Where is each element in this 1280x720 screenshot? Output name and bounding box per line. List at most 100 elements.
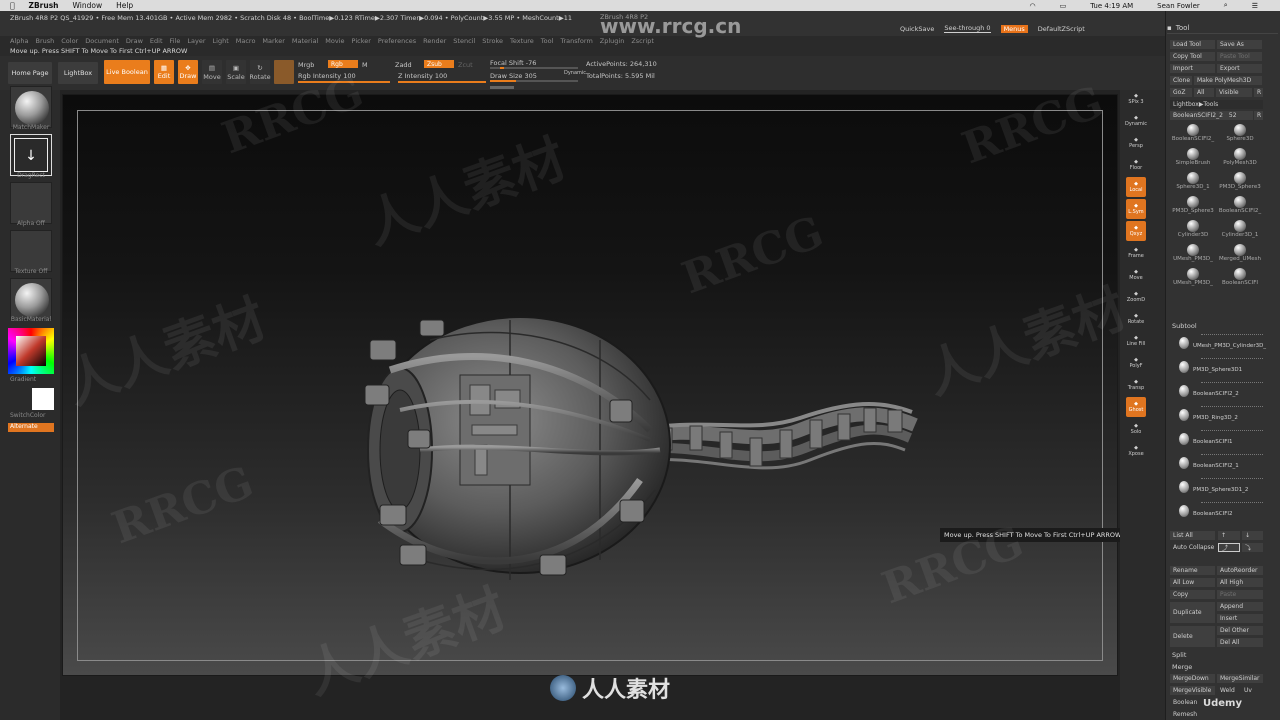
eye-icon[interactable] — [1201, 502, 1263, 506]
merge-section[interactable]: Merge — [1172, 663, 1192, 671]
tool-tile[interactable]: Cylinder3D — [1170, 220, 1216, 242]
paste-tool-button[interactable]: Paste Tool — [1217, 52, 1262, 61]
subtool-item[interactable]: BooleanSCIFI2_2 — [1171, 380, 1265, 402]
color-picker[interactable] — [8, 328, 54, 374]
menu-preferences[interactable]: Preferences — [378, 37, 416, 45]
palette-collapse-icon[interactable]: ▪ — [1167, 24, 1172, 32]
tool-tile[interactable]: PM3D_Sphere3 — [1217, 172, 1263, 194]
mergesimilar-button[interactable]: MergeSimilar — [1217, 674, 1263, 683]
tool-tile[interactable]: Sphere3D — [1217, 124, 1263, 146]
mac-time[interactable]: Tue 4:19 AM — [1090, 2, 1133, 10]
tool-palette-header[interactable]: ▪ Tool — [1167, 22, 1278, 34]
switchcolor-label[interactable]: SwitchColor — [10, 412, 46, 419]
search-icon[interactable]: ⌕ — [1224, 1, 1228, 10]
material-thumb[interactable] — [10, 278, 52, 320]
tool-tile[interactable]: Merged_UMesh — [1217, 244, 1263, 266]
shelf-qxyz[interactable]: ◆ Qxyz — [1126, 221, 1146, 241]
subtool-item[interactable]: PM3D_Sphere3D1_2 — [1171, 476, 1265, 498]
tool-tile[interactable]: BooleanSCIFI — [1217, 268, 1263, 290]
shelf-move[interactable]: ◆ Move — [1126, 265, 1146, 285]
shelf-persp[interactable]: ◆ Persp — [1126, 133, 1146, 153]
subtool-item[interactable]: PM3D_Ring3D_2 — [1171, 404, 1265, 426]
save-as-button[interactable]: Save As — [1217, 40, 1262, 49]
rotate-button[interactable]: ↻ Rotate — [249, 60, 271, 84]
scale-button[interactable]: ▣ Scale — [226, 60, 246, 84]
alternate-button[interactable]: Alternate — [8, 423, 54, 432]
all-button[interactable]: All — [1194, 88, 1214, 97]
shelf-polyf[interactable]: ◆ PolyF — [1126, 353, 1146, 373]
export-button[interactable]: Export — [1217, 64, 1262, 73]
eye-icon[interactable] — [1201, 382, 1263, 386]
shelf-ghost[interactable]: ◆ Ghost — [1126, 397, 1146, 417]
shelf-spix-3[interactable]: ◆ SPix 3 — [1126, 89, 1146, 109]
load-tool-button[interactable]: Load Tool — [1170, 40, 1215, 49]
rgb-intensity-slider[interactable] — [298, 81, 390, 83]
apple-icon[interactable]:  — [10, 1, 15, 10]
dragrect-stroke-thumb[interactable]: ↓ — [10, 134, 52, 176]
focal-shift-slider[interactable] — [490, 67, 578, 69]
weld-button[interactable]: Weld — [1217, 686, 1239, 695]
mrgb-button[interactable]: Mrgb — [298, 61, 314, 69]
split-section[interactable]: Split — [1172, 651, 1186, 659]
goz-button[interactable]: GoZ — [1170, 88, 1192, 97]
remesh-button[interactable]: Remesh — [1170, 710, 1215, 719]
menu-texture[interactable]: Texture — [510, 37, 534, 45]
shelf-dynamic[interactable]: ◆ Dynamic — [1125, 111, 1147, 131]
gradient-label[interactable]: Gradient — [10, 376, 36, 383]
shelf-rotate[interactable]: ◆ Rotate — [1126, 309, 1146, 329]
rename-button[interactable]: Rename — [1170, 566, 1215, 575]
menu-material[interactable]: Material — [292, 37, 318, 45]
texture-thumb[interactable] — [10, 230, 52, 272]
menu-stencil[interactable]: Stencil — [453, 37, 475, 45]
menu-file[interactable]: File — [170, 37, 181, 45]
menu-macro[interactable]: Macro — [236, 37, 256, 45]
shelf-zoomd[interactable]: ◆ ZoomD — [1126, 287, 1146, 307]
all-high-button[interactable]: All High — [1217, 578, 1263, 587]
quicksave-button[interactable]: QuickSave — [900, 25, 934, 33]
scifi-sphere-model[interactable] — [360, 300, 930, 600]
menu-zscript[interactable]: Zscript — [631, 37, 654, 45]
mac-user[interactable]: Sean Fowler — [1157, 2, 1200, 10]
menu-light[interactable]: Light — [213, 37, 229, 45]
material-swatch[interactable] — [274, 60, 294, 84]
current-tool-slider[interactable]: BooleanSCIFI2_2 52 — [1170, 111, 1253, 120]
menu-layer[interactable]: Layer — [187, 37, 205, 45]
all-low-button[interactable]: All Low — [1170, 578, 1215, 587]
menu-list-icon[interactable]: ☰ — [1252, 2, 1258, 10]
eye-icon[interactable] — [1201, 406, 1263, 410]
menu-stroke[interactable]: Stroke — [482, 37, 503, 45]
move-up-icon[interactable]: ↑ — [1218, 531, 1240, 540]
color-picker-square[interactable] — [16, 336, 46, 366]
menu-tool[interactable]: Tool — [541, 37, 554, 45]
menu-document[interactable]: Document — [85, 37, 119, 45]
visible-button[interactable]: Visible — [1216, 88, 1252, 97]
tool-tile[interactable]: Cylinder3D_1 — [1217, 220, 1263, 242]
subtool-item[interactable]: BooleanSCIFI2_1 — [1171, 452, 1265, 474]
menu-color[interactable]: Color — [61, 37, 78, 45]
dynamic-toggle[interactable]: Dynamic — [564, 70, 586, 76]
zcut-button[interactable]: Zcut — [458, 61, 473, 69]
secondary-color-swatch[interactable] — [32, 388, 54, 410]
delete-button[interactable]: Delete — [1170, 626, 1215, 647]
uv-button[interactable]: Uv — [1241, 686, 1263, 695]
eye-icon[interactable] — [1201, 430, 1263, 434]
del-all-button[interactable]: Del All — [1217, 638, 1263, 647]
r-tool-button[interactable]: R — [1254, 111, 1263, 120]
subtool-item[interactable]: BooleanSCIFI1 — [1171, 428, 1265, 450]
shelf-local[interactable]: ◆ Local — [1126, 177, 1146, 197]
autoreorder-button[interactable]: AutoReorder — [1217, 566, 1263, 575]
subtool-item[interactable]: PM3D_Sphere3D1 — [1171, 356, 1265, 378]
move-button[interactable]: ▤ Move — [202, 60, 222, 84]
menu-transform[interactable]: Transform — [560, 37, 592, 45]
r-button[interactable]: R — [1254, 88, 1263, 97]
insert-button[interactable]: Insert — [1217, 614, 1263, 623]
paste-subtool-button[interactable]: Paste — [1217, 590, 1263, 599]
tool-tile[interactable]: BooleanSCIFI2_ — [1217, 196, 1263, 218]
arrow-down-button[interactable]: ⤵ — [1242, 543, 1263, 552]
subtool-header[interactable]: Subtool — [1172, 322, 1197, 330]
copy-subtool-button[interactable]: Copy — [1170, 590, 1215, 599]
shelf-floor[interactable]: ◆ Floor — [1126, 155, 1146, 175]
mac-app-name[interactable]: ZBrush — [29, 1, 59, 10]
menu-movie[interactable]: Movie — [325, 37, 344, 45]
menu-alpha[interactable]: Alpha — [10, 37, 28, 45]
